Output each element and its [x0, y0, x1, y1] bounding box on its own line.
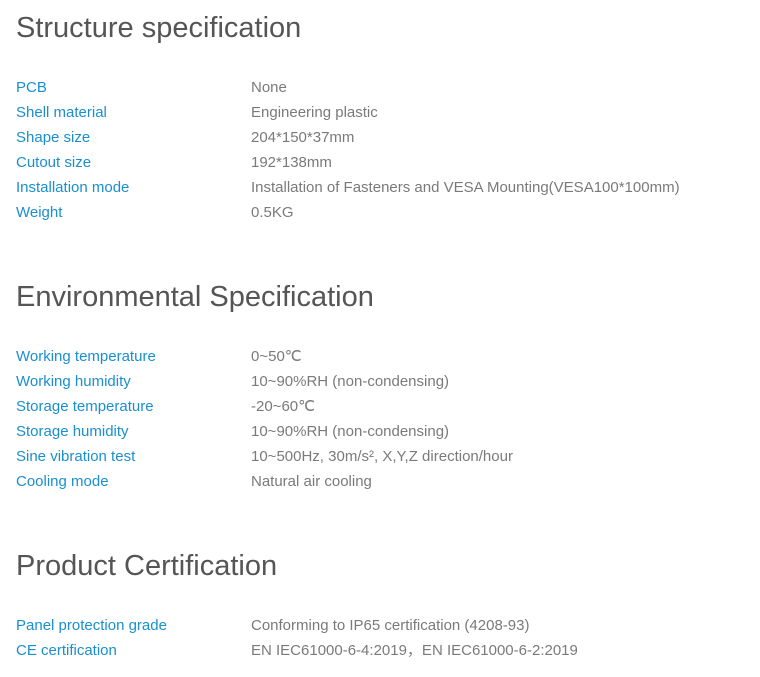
spec-label: Shape size — [16, 129, 91, 146]
spec-value: 10~90%RH (non-condensing) — [251, 423, 450, 440]
spec-row-ce-certification: CE certification EN IEC61000-6-4:2019，EN… — [16, 638, 578, 663]
spec-list-certification: Panel protection grade Conforming to IP6… — [16, 613, 578, 663]
spec-row-installation-mode: Installation mode Installation of Fasten… — [16, 175, 680, 200]
spec-label: Installation mode — [16, 179, 130, 196]
spec-label: Sine vibration test — [16, 448, 136, 465]
spec-row-panel-protection-grade: Panel protection grade Conforming to IP6… — [16, 613, 578, 638]
spec-label: Working humidity — [16, 373, 131, 390]
spec-list-structure: PCB None Shell material Engineering plas… — [16, 75, 680, 225]
spec-list-environmental: Working temperature 0~50℃ Working humidi… — [16, 344, 513, 494]
spec-label: Storage humidity — [16, 423, 129, 440]
spec-value: 10~90%RH (non-condensing) — [251, 373, 450, 390]
spec-label: Storage temperature — [16, 398, 154, 415]
spec-value: EN IEC61000-6-4:2019，EN IEC61000-6-2:201… — [251, 642, 578, 659]
spec-row-weight: Weight 0.5KG — [16, 200, 680, 225]
spec-label: Cutout size — [16, 154, 92, 171]
spec-row-shape-size: Shape size 204*150*37mm — [16, 125, 680, 150]
spec-value: -20~60℃ — [251, 398, 315, 415]
spec-label: Working temperature — [16, 348, 156, 365]
spec-value: Engineering plastic — [251, 104, 378, 121]
spec-row-pcb: PCB None — [16, 75, 680, 100]
spec-value: 204*150*37mm — [251, 129, 355, 146]
spec-row-working-humidity: Working humidity 10~90%RH (non-condensin… — [16, 369, 513, 394]
spec-label: Shell material — [16, 104, 107, 121]
spec-row-storage-humidity: Storage humidity 10~90%RH (non-condensin… — [16, 419, 513, 444]
spec-label: Cooling mode — [16, 473, 109, 490]
spec-row-storage-temperature: Storage temperature -20~60℃ — [16, 394, 513, 419]
spec-label: Weight — [16, 204, 63, 221]
section-title-environmental: Environmental Specification — [16, 281, 374, 313]
spec-row-shell-material: Shell material Engineering plastic — [16, 100, 680, 125]
spec-value: 10~500Hz, 30m/s², X,Y,Z direction/hour — [251, 448, 513, 465]
section-title-structure: Structure specification — [16, 12, 302, 44]
spec-row-cutout-size: Cutout size 192*138mm — [16, 150, 680, 175]
spec-label: PCB — [16, 79, 47, 96]
spec-value: Natural air cooling — [251, 473, 372, 490]
spec-value: Installation of Fasteners and VESA Mount… — [251, 179, 680, 196]
spec-row-working-temperature: Working temperature 0~50℃ — [16, 344, 513, 369]
spec-value: 0~50℃ — [251, 348, 302, 365]
spec-label: CE certification — [16, 642, 117, 659]
spec-value: None — [251, 79, 287, 96]
spec-value: 0.5KG — [251, 204, 294, 221]
spec-row-sine-vibration-test: Sine vibration test 10~500Hz, 30m/s², X,… — [16, 444, 513, 469]
spec-value: Conforming to IP65 certification (4208-9… — [251, 617, 530, 634]
spec-label: Panel protection grade — [16, 617, 167, 634]
spec-value: 192*138mm — [251, 154, 332, 171]
spec-row-cooling-mode: Cooling mode Natural air cooling — [16, 469, 513, 494]
section-title-certification: Product Certification — [16, 550, 278, 582]
